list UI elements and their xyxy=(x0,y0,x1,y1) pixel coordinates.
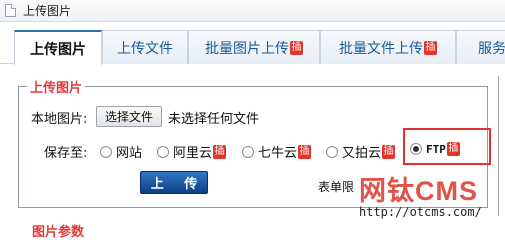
tab-upload-file[interactable]: 上传文件 xyxy=(102,30,188,64)
plugin-badge: 插 xyxy=(382,144,396,159)
tab-batch-image-upload[interactable]: 批量图片上传 插 xyxy=(188,30,320,64)
tab-label: 上传文件 xyxy=(117,40,173,57)
save-option-upyun[interactable]: 又拍云 插 xyxy=(326,142,396,161)
choose-file-button[interactable]: 选择文件 xyxy=(96,106,162,127)
file-status-text: 未选择任何文件 xyxy=(168,112,260,127)
watermark-logo: 网钛CMS xyxy=(359,176,478,206)
tab-batch-file-upload[interactable]: 批量文件上传 插 xyxy=(320,30,456,64)
save-option-aliyun[interactable]: 阿里云 插 xyxy=(157,142,227,161)
upload-button[interactable]: 上 传 xyxy=(140,171,208,194)
document-icon xyxy=(5,4,16,17)
watermark-url: http://otcms.com/ xyxy=(359,205,482,219)
option-label: 阿里云 xyxy=(173,146,213,161)
window-title: 上传图片 xyxy=(23,4,72,18)
option-label: 网站 xyxy=(116,146,143,161)
plugin-badge: 插 xyxy=(424,40,437,55)
plugin-badge: 插 xyxy=(298,144,312,159)
radio-button[interactable] xyxy=(326,145,338,158)
local-image-label: 本地图片: xyxy=(31,112,88,127)
fieldset-legend: 上传图片 xyxy=(27,77,86,96)
tab-label: 上传图片 xyxy=(30,41,86,58)
radio-button[interactable] xyxy=(242,145,254,158)
plugin-badge: 插 xyxy=(290,40,303,55)
radio-button[interactable] xyxy=(157,145,169,158)
tab-label: 批量文件上传 xyxy=(339,40,423,57)
save-to-label: 保存至: xyxy=(44,146,88,161)
tab-service[interactable]: 服务 xyxy=(456,30,505,64)
save-option-website[interactable]: 网站 xyxy=(100,142,142,161)
radio-button[interactable] xyxy=(100,145,112,158)
tab-upload-image[interactable]: 上传图片 xyxy=(14,30,102,65)
window-titlebar: 上传图片 xyxy=(0,0,505,22)
option-label: 又拍云 xyxy=(342,146,382,161)
option-label: 七牛云 xyxy=(258,146,298,161)
tab-label: 批量图片上传 xyxy=(205,40,289,57)
section-title-next: 图片参数 xyxy=(32,225,85,240)
save-option-qiniu[interactable]: 七牛云 插 xyxy=(242,142,312,161)
tab-label: 服务 xyxy=(478,40,505,57)
watermark: 网钛CMS http://otcms.com/ xyxy=(359,169,499,228)
ftp-highlight-box xyxy=(403,128,491,165)
tab-bar: 上传图片 上传文件 批量图片上传 插 批量文件上传 插 服务 xyxy=(0,30,505,65)
plugin-badge: 插 xyxy=(213,144,227,159)
form-limit-text: 表单限 xyxy=(318,180,355,194)
